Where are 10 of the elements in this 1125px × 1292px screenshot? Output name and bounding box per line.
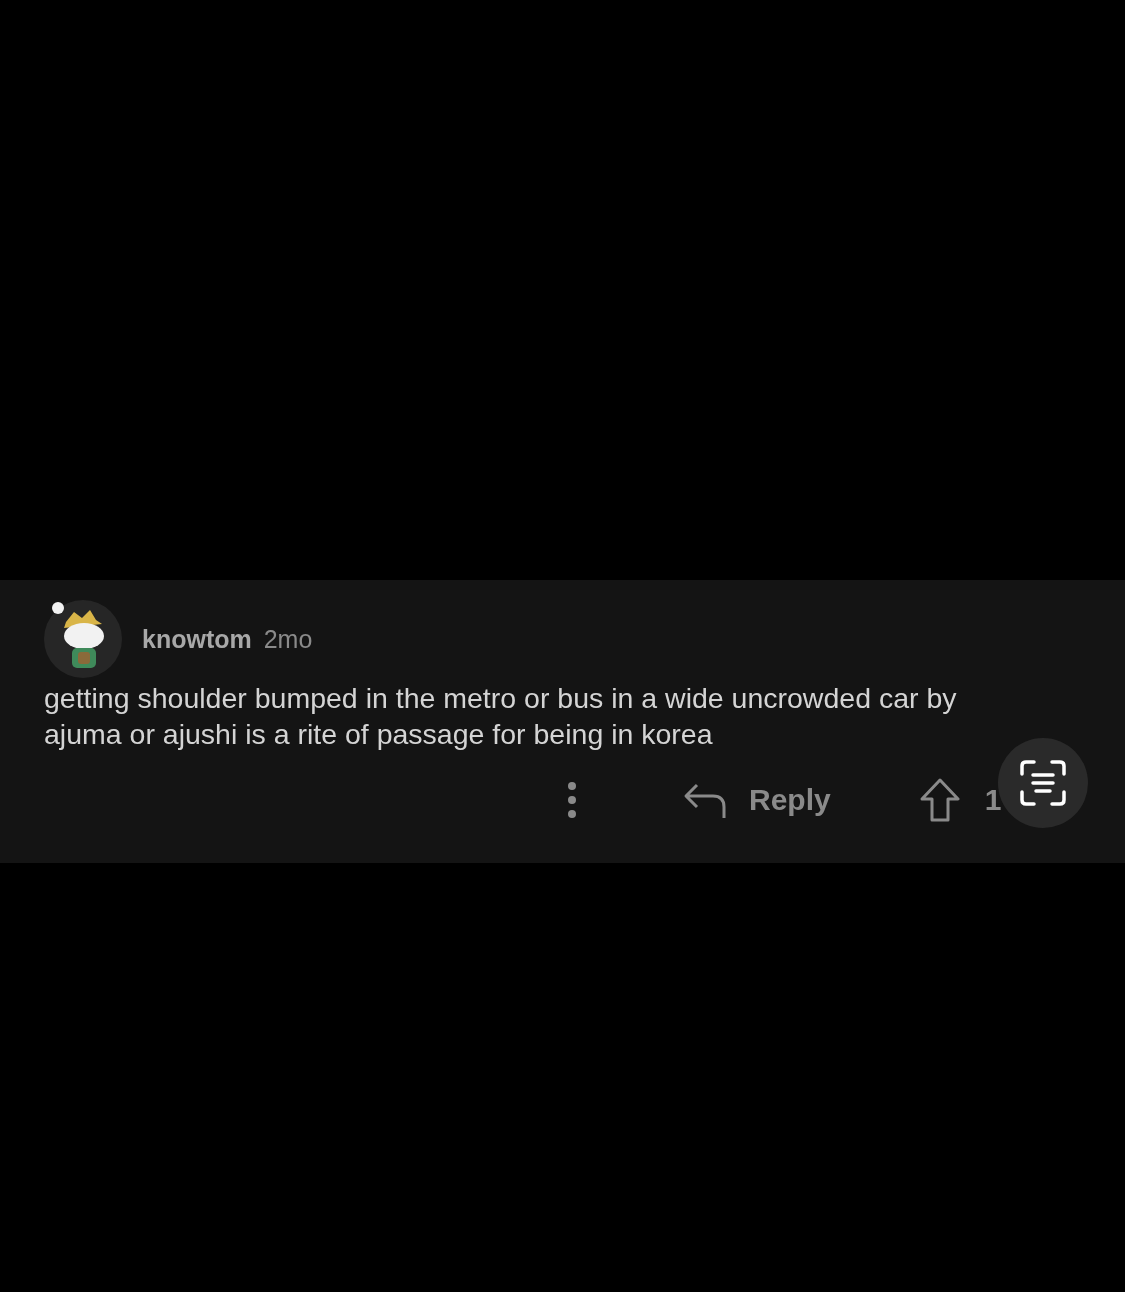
avatar-icon[interactable] bbox=[44, 600, 122, 678]
timestamp: 2mo bbox=[263, 624, 313, 654]
comment-text: getting shoulder bumped in the metro or bus in a wide uncrowded car by ajuma or ajushi is a rite of passage for being in korea bbox=[44, 681, 958, 752]
reply-button[interactable]: Reply bbox=[683, 781, 831, 819]
upvote-icon[interactable] bbox=[918, 778, 961, 822]
vote-count: 1 bbox=[984, 783, 1002, 817]
username[interactable]: knowtom bbox=[142, 624, 252, 654]
more-options-icon[interactable] bbox=[567, 782, 577, 818]
reply-arrow-icon bbox=[683, 781, 727, 819]
scan-text-icon bbox=[1020, 760, 1066, 806]
